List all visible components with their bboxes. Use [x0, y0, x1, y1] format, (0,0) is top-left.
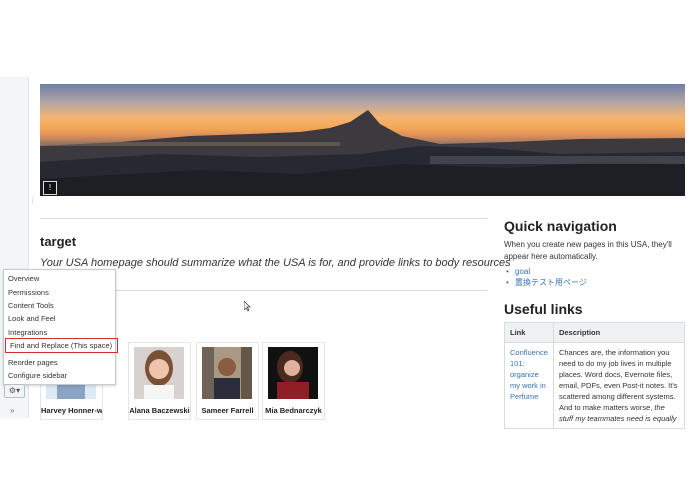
profile-card-alana[interactable]: Alana Baczewski	[128, 342, 191, 420]
table-header-row: Link Description	[504, 322, 686, 343]
menu-item-find-and-replace[interactable]: Find and Replace (This space)	[5, 338, 118, 353]
quick-navigation-description: When you create new pages in this USA, t…	[504, 240, 672, 261]
mountain-landscape-image	[40, 110, 685, 196]
profile-name: Mia Bednarczyk	[265, 406, 322, 415]
space-tools-gear-button[interactable]: ⚙▾	[4, 384, 25, 398]
profile-photo	[134, 347, 184, 399]
space-tools-menu: Overview Permissions Content Tools Look …	[3, 269, 118, 385]
double-chevron-right-icon: »	[10, 406, 15, 415]
useful-links-heading: Useful links	[504, 301, 583, 317]
expand-sidebar-button[interactable]: »	[10, 406, 14, 415]
useful-links-table: Link Description Confluence 101: organiz…	[504, 322, 686, 429]
menu-item-configure-sidebar[interactable]: Configure sidebar	[8, 369, 67, 382]
divider	[114, 290, 487, 291]
profile-photo	[268, 347, 318, 399]
menu-item-reorder-pages[interactable]: Reorder pages	[8, 356, 58, 369]
profile-name: Sameer Farrell	[201, 406, 254, 415]
table-row: Confluence 101: organize my work in Perf…	[504, 342, 686, 429]
menu-item-look-and-feel[interactable]: Look and Feel	[8, 312, 56, 325]
menu-item-overview[interactable]: Overview	[8, 272, 39, 285]
profile-name: Alana Baczewski	[129, 406, 190, 415]
table-header-link: Link	[504, 322, 554, 343]
quick-navigation-link-test-page[interactable]: 置換テスト用ページ	[506, 277, 587, 288]
table-header-description: Description	[552, 322, 686, 343]
header-banner-image: !	[40, 84, 685, 196]
page-title: target	[40, 234, 77, 249]
divider	[40, 218, 487, 219]
quick-navigation-link-goal[interactable]: goal	[506, 266, 587, 277]
mouse-cursor-icon	[244, 301, 251, 312]
profile-name: Harvey Honner-white	[41, 406, 103, 415]
profile-card-sameer[interactable]: Sameer Farrell	[196, 342, 259, 420]
image-comment-icon[interactable]: !	[43, 181, 57, 195]
confluence-101-link[interactable]: Confluence 101: organize my work in Perf…	[504, 342, 554, 429]
link-description: Chances are, the information you need to…	[552, 342, 686, 429]
page-intro-text: Your USA homepage should summarize what …	[40, 257, 511, 269]
quick-navigation-list: goal 置換テスト用ページ	[506, 266, 587, 288]
menu-item-content-tools[interactable]: Content Tools	[8, 299, 54, 312]
profile-card-mia[interactable]: Mia Bednarczyk	[262, 342, 325, 420]
quick-navigation-heading: Quick navigation	[504, 218, 617, 234]
sidebar-resize-handle[interactable]: ⋮	[29, 198, 36, 206]
menu-item-permissions[interactable]: Permissions	[8, 286, 49, 299]
profile-photo	[202, 347, 252, 399]
gear-icon: ⚙▾	[8, 386, 21, 395]
